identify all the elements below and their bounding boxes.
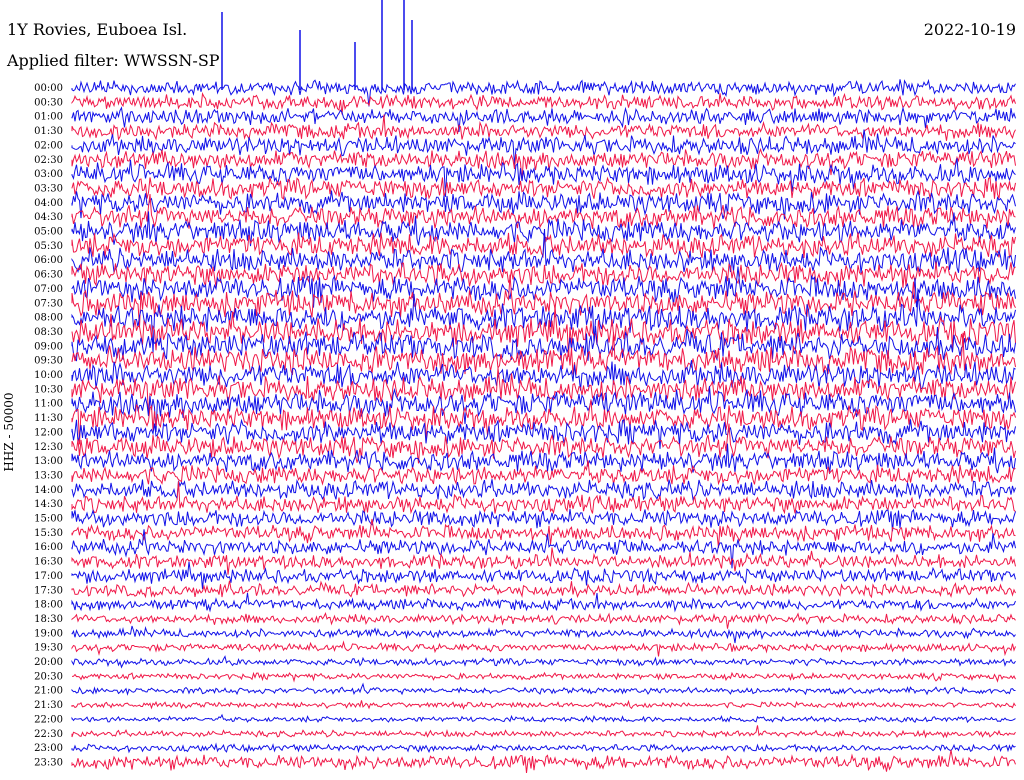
row-time-label: 22:00 [34,714,63,725]
trace-row [71,640,1016,657]
row-time-label: 23:30 [34,757,63,768]
trace-row [71,611,1016,629]
row-time-label: 16:00 [34,542,63,553]
trace-row [71,561,1016,590]
row-time-label: 02:30 [34,155,63,166]
row-time-label: 20:00 [34,657,63,668]
trace-row [71,682,1016,696]
row-time-label: 14:30 [34,499,63,510]
trace-row [71,78,1016,107]
row-time-label: 11:00 [34,399,63,410]
row-time-label: 10:00 [34,370,63,381]
trace-row [71,580,1016,599]
row-time-label: 09:00 [34,341,63,352]
row-time-label: 12:30 [34,442,63,453]
row-time-label: 19:30 [34,643,63,654]
row-time-label: 21:30 [34,700,63,711]
row-time-label: 11:30 [34,413,63,424]
row-time-label: 05:30 [34,241,63,252]
row-time-label: 06:30 [34,270,63,281]
trace-row [71,655,1016,669]
trace-row [71,176,1016,200]
row-time-label: 00:00 [34,83,63,94]
trace-row [71,749,1016,774]
trace-row [71,592,1016,613]
trace-row [71,671,1016,683]
row-time-label: 07:30 [34,298,63,309]
row-time-label: 21:00 [34,686,63,697]
trace-row [71,518,1016,548]
row-time-label: 23:00 [34,743,63,754]
row-time-label: 13:30 [34,470,63,481]
row-time-label: 22:30 [34,729,63,740]
row-time-label: 16:30 [34,557,63,568]
trace-row [71,713,1016,724]
trace-row [71,625,1016,644]
row-time-label: 15:00 [34,514,63,525]
row-time-label: 00:30 [34,97,63,108]
trace-row [71,725,1016,739]
row-time-label: 18:00 [34,600,63,611]
row-time-label: 18:30 [34,614,63,625]
row-time-label: 20:30 [34,671,63,682]
row-time-label: 17:00 [34,571,63,582]
row-time-label: 14:00 [34,485,63,496]
row-time-label: 04:00 [34,198,63,209]
row-time-label: 12:00 [34,427,63,438]
row-time-label: 07:00 [34,284,63,295]
row-time-label: 06:00 [34,255,63,266]
row-time-label: 10:30 [34,384,63,395]
trace-row [71,699,1016,710]
row-time-label: 19:00 [34,628,63,639]
row-time-label: 04:30 [34,212,63,223]
trace-row [71,479,1016,501]
row-time-label: 02:00 [34,140,63,151]
trace-row [71,460,1016,486]
row-time-label: 01:30 [34,126,63,137]
row-time-label: 03:00 [34,169,63,180]
helicorder-plot: 00:00 00:30 01:00 01:30 02:00 02:30 03:00 03:30… [34,0,1016,774]
trace-row [71,742,1016,754]
row-time-label: 17:30 [34,585,63,596]
row-time-label: 15:30 [34,528,63,539]
row-time-label: 01:00 [34,112,63,123]
row-time-label: 09:30 [34,356,63,367]
row-time-label: 05:00 [34,227,63,238]
row-time-label: 08:00 [34,313,63,324]
row-time-label: 13:00 [34,456,63,467]
row-time-label: 08:30 [34,327,63,338]
row-time-label: 03:30 [34,183,63,194]
